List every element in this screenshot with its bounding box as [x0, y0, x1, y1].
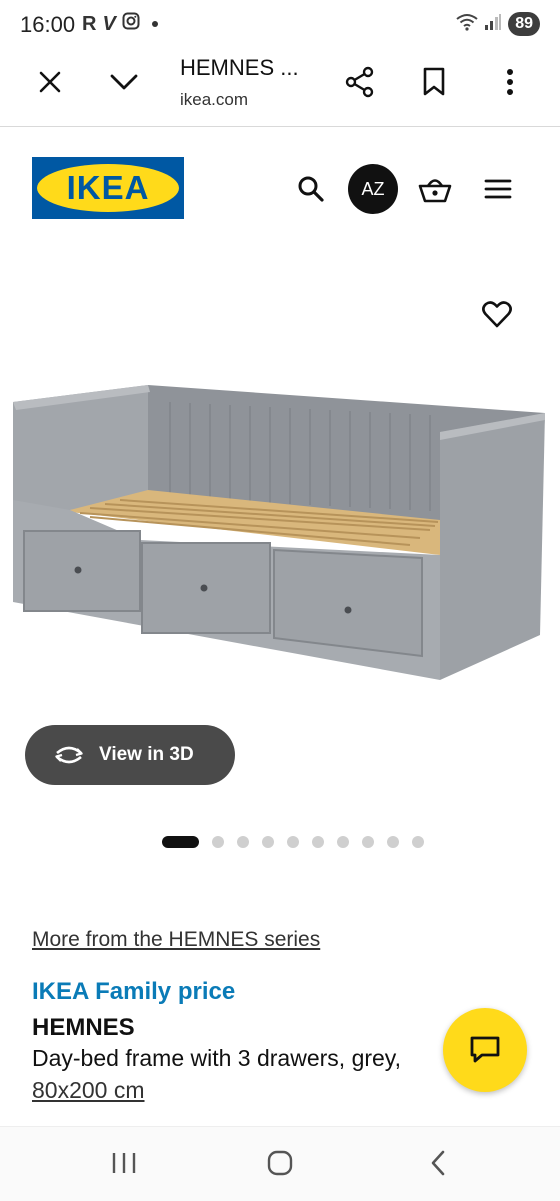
kebab-menu-icon: [507, 69, 513, 95]
battery-indicator: 89: [508, 12, 540, 36]
product-image-daybed[interactable]: [10, 380, 550, 680]
minimize-button[interactable]: [100, 58, 148, 106]
bookmark-button[interactable]: [410, 58, 458, 106]
product-name: HEMNES: [32, 1014, 135, 1041]
family-price-label: IKEA Family price: [32, 978, 236, 1005]
recent-apps-button[interactable]: [100, 1139, 148, 1187]
chat-button[interactable]: [443, 1008, 527, 1092]
status-right: 89: [456, 12, 540, 36]
more-notifications-dot: [151, 21, 158, 27]
chevron-down-icon: [110, 74, 138, 90]
favourite-button[interactable]: [473, 290, 521, 338]
rotate-3d-icon: [55, 746, 83, 764]
carousel-dot[interactable]: [287, 836, 299, 848]
search-button[interactable]: [287, 165, 335, 213]
carousel-dot[interactable]: [387, 836, 399, 848]
tab-title[interactable]: HEMNES ...: [180, 55, 299, 81]
search-icon: [298, 176, 324, 202]
more-options-button[interactable]: [486, 58, 534, 106]
carousel-dot[interactable]: [337, 836, 349, 848]
notification-icons: R V: [82, 12, 158, 36]
heart-icon: [482, 301, 512, 328]
close-icon: [39, 71, 61, 93]
status-time: 16:00: [20, 12, 76, 37]
logo-oval: IKEA: [37, 164, 179, 212]
carousel-dot[interactable]: [312, 836, 324, 848]
wifi-icon: [456, 13, 478, 36]
tab-domain[interactable]: ikea.com: [180, 90, 248, 110]
menu-button[interactable]: [474, 165, 522, 213]
carousel-dot[interactable]: [412, 836, 424, 848]
logo-text: IKEA: [66, 169, 150, 206]
basket-icon: [418, 179, 452, 203]
carousel-dot-active[interactable]: [162, 836, 199, 848]
back-button[interactable]: [414, 1139, 462, 1187]
recent-apps-icon: [112, 1153, 136, 1173]
view-in-3d-button[interactable]: View in 3D: [25, 725, 235, 785]
home-icon: [267, 1150, 293, 1176]
product-description: Day-bed frame with 3 drawers, grey,: [32, 1045, 401, 1071]
v-notification-icon: V: [102, 12, 116, 35]
series-link[interactable]: More from the HEMNES series: [32, 928, 320, 952]
carousel-dot[interactable]: [362, 836, 374, 848]
carousel-dot[interactable]: [237, 836, 249, 848]
share-icon: [345, 66, 374, 98]
view-in-3d-label: View in 3D: [99, 744, 194, 765]
share-button[interactable]: [336, 58, 384, 106]
chat-icon: [470, 1036, 500, 1063]
instagram-icon: [122, 12, 140, 36]
image-carousel-indicator: [162, 836, 424, 848]
shopping-bag-button[interactable]: [411, 165, 459, 213]
carousel-dot[interactable]: [212, 836, 224, 848]
bookmark-icon: [423, 67, 445, 96]
r-notification-icon: R: [82, 12, 97, 35]
system-navigation-bar: [0, 1126, 560, 1201]
status-bar: 16:00 R V 89: [0, 0, 560, 50]
signal-icon: [484, 13, 502, 36]
carousel-dot[interactable]: [262, 836, 274, 848]
product-size-link[interactable]: 80x200 cm: [32, 1077, 145, 1104]
user-avatar[interactable]: AZ: [348, 164, 398, 214]
hamburger-menu-icon: [484, 179, 512, 199]
close-tab-button[interactable]: [26, 58, 74, 106]
ikea-logo[interactable]: IKEA: [32, 157, 184, 219]
home-button[interactable]: [256, 1139, 304, 1187]
back-icon: [431, 1150, 445, 1176]
